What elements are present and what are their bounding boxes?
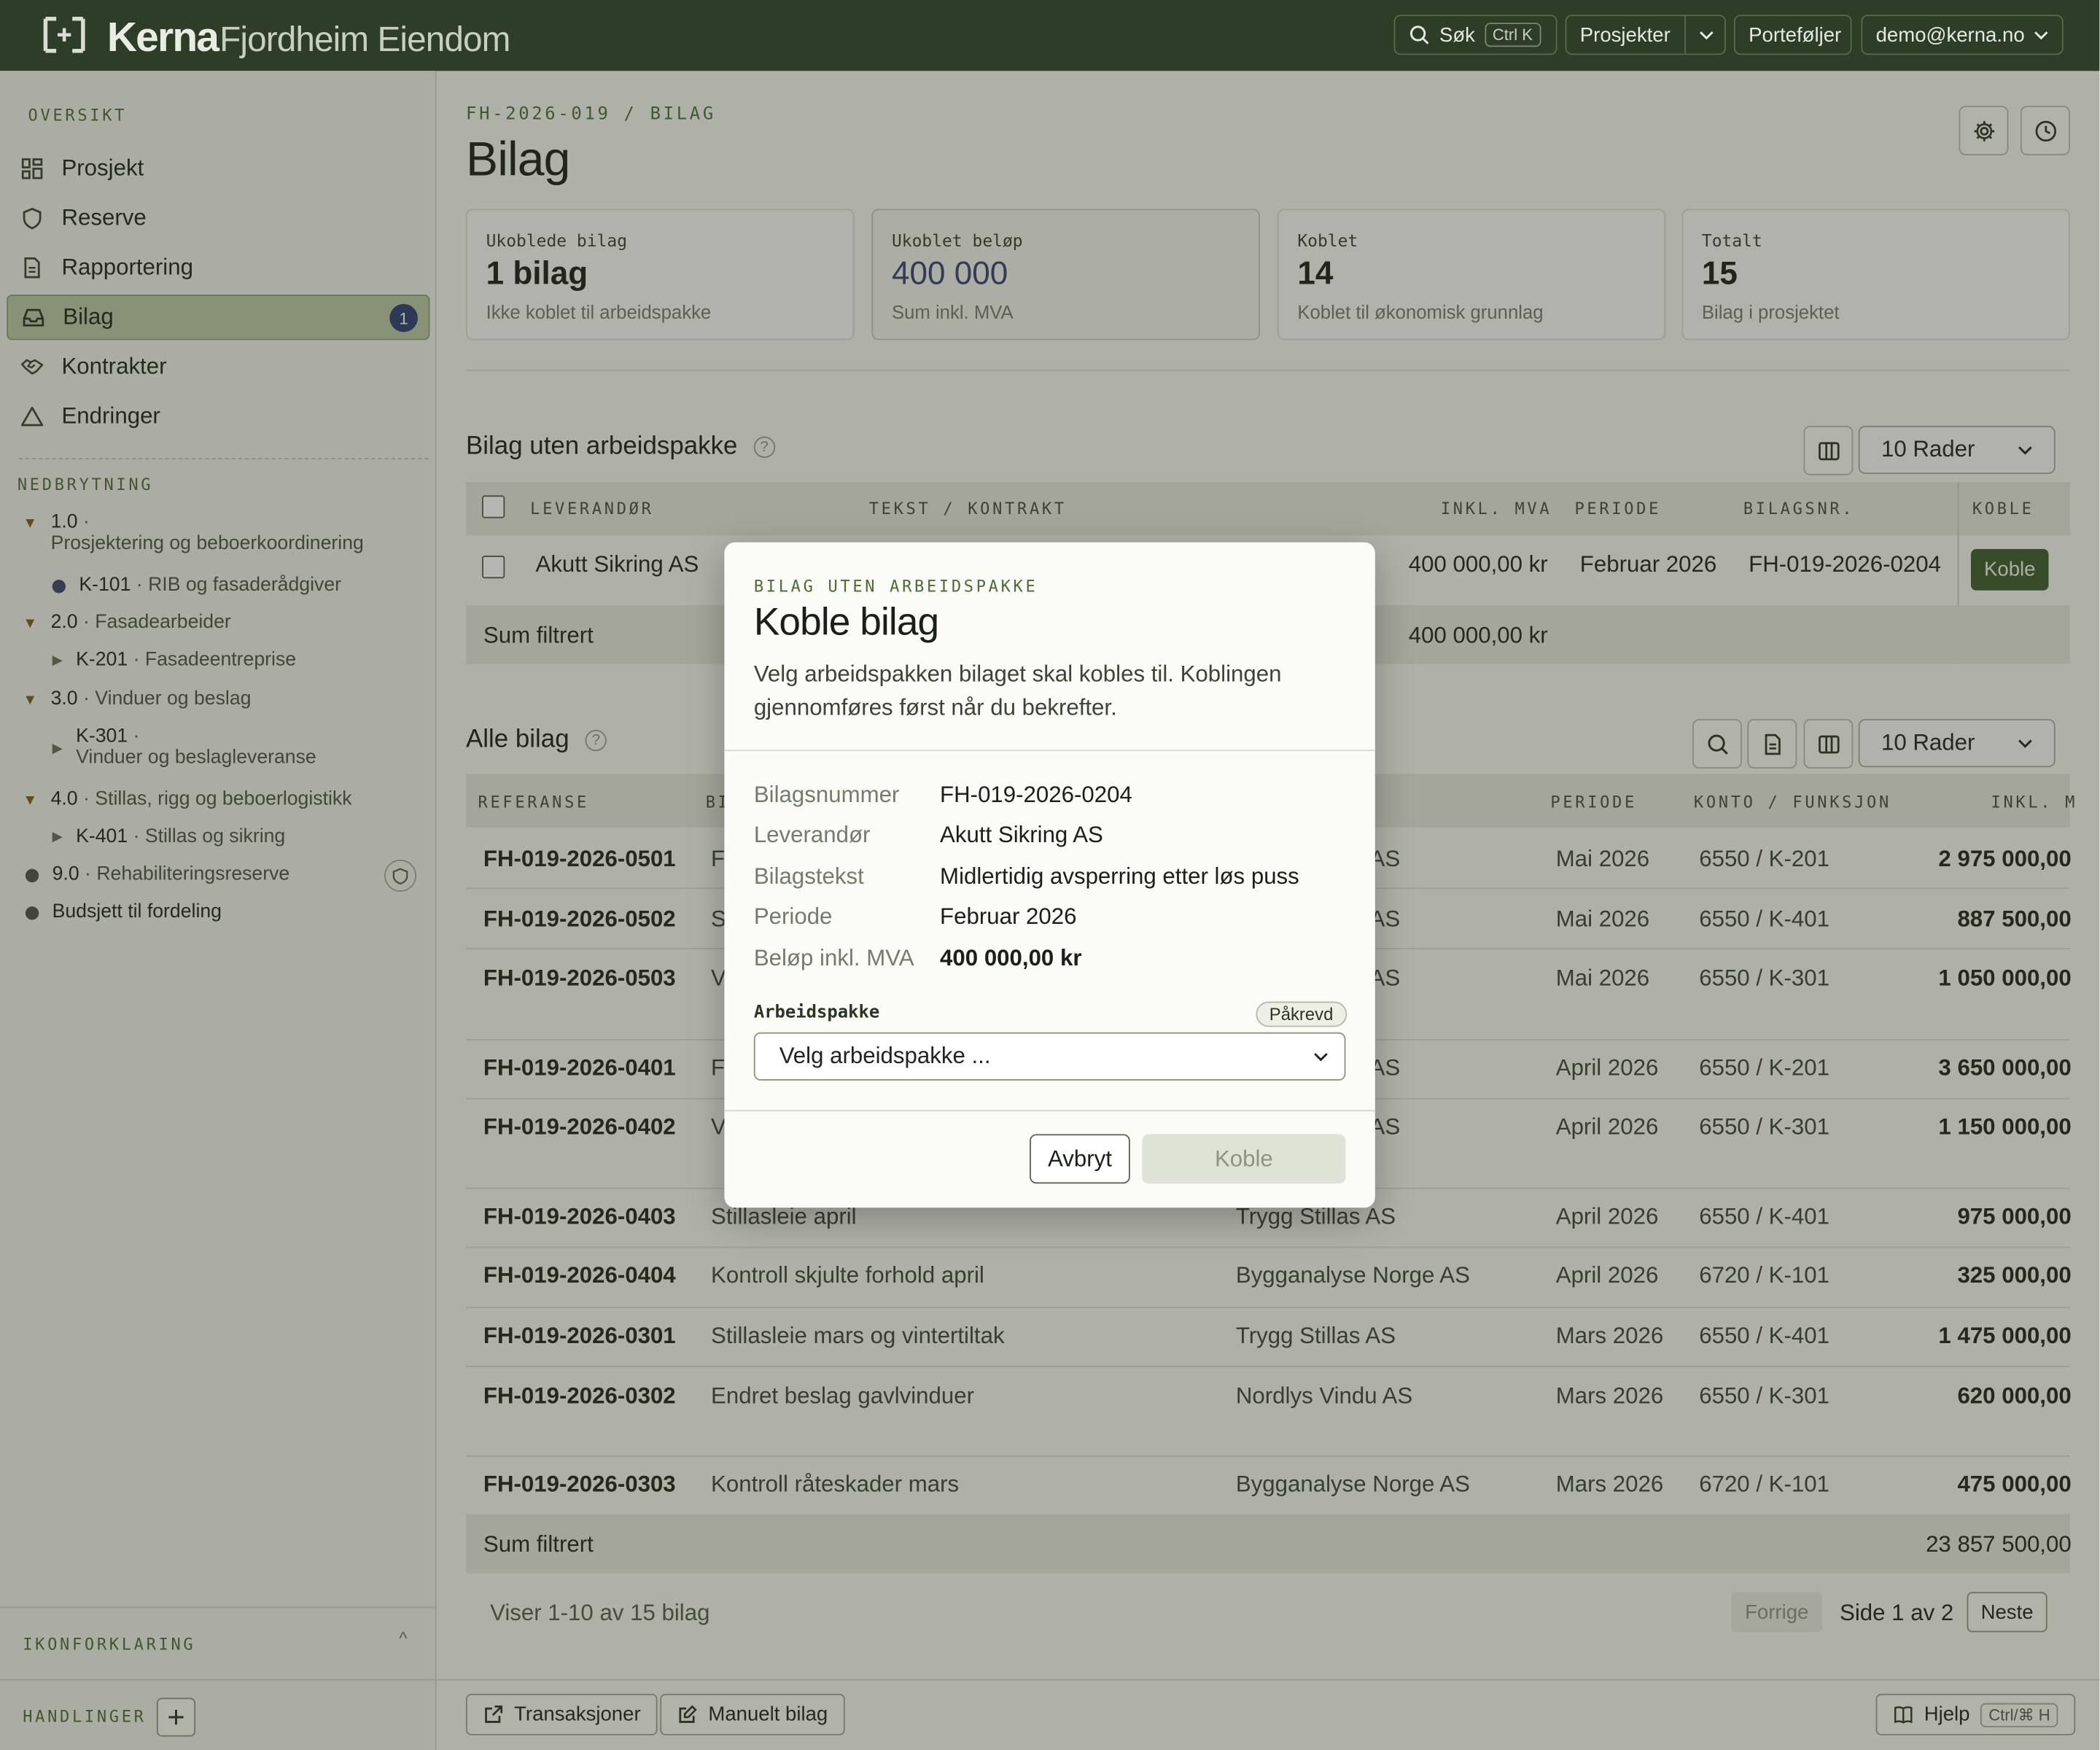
field-value-amount: 400 000,00 kr <box>940 945 1082 971</box>
dialog-description: Velg arbeidspakken bilaget skal kobles t… <box>753 661 1282 720</box>
projects-dropdown-toggle[interactable] <box>1684 16 1726 54</box>
projects-label: Prosjekter <box>1579 23 1671 47</box>
kerna-logo-icon <box>43 16 85 53</box>
search-label: Søk <box>1439 23 1475 47</box>
dialog-title: Koble bilag <box>753 601 939 645</box>
search-shortcut: Ctrl K <box>1484 23 1541 47</box>
dialog-kicker: BILAG UTEN ARBEIDSPAKKE <box>753 577 1038 596</box>
field-label: Leverandør <box>753 822 871 848</box>
chevron-down-icon <box>1699 31 1713 39</box>
field-value-period: Februar 2026 <box>940 903 1077 930</box>
field-label: Bilagstekst <box>753 863 864 890</box>
org-name: Fjordheim Eiendom <box>219 18 510 59</box>
field-value-supplier: Akutt Sikring AS <box>940 822 1103 848</box>
field-value-voucher-number: FH-019-2026-0204 <box>940 782 1132 808</box>
work-package-select[interactable]: Velg arbeidspakke ... <box>753 1032 1346 1081</box>
dialog-footer-divider <box>724 1110 1375 1112</box>
projects-button[interactable]: Prosjekter <box>1565 15 1726 55</box>
link-voucher-dialog: BILAG UTEN ARBEIDSPAKKE Koble bilag Velg… <box>724 542 1375 1208</box>
chevron-down-icon <box>2034 31 2048 39</box>
chevron-down-icon <box>1314 1052 1328 1061</box>
required-badge: Påkrevd <box>1256 1001 1347 1027</box>
field-value-voucher-text: Midlertidig avsperring etter løs puss <box>940 863 1299 890</box>
field-label: Beløp inkl. MVA <box>753 945 914 971</box>
search-button[interactable]: Søk Ctrl K <box>1393 15 1558 55</box>
work-package-label: Arbeidspakke <box>753 1003 880 1023</box>
search-icon <box>1409 26 1429 44</box>
field-label: Bilagsnummer <box>753 782 900 808</box>
dialog-divider <box>724 750 1375 752</box>
field-label: Periode <box>753 903 833 930</box>
portfolios-label: Porteføljer <box>1749 23 1842 47</box>
brand-name[interactable]: Kerna <box>107 13 219 61</box>
user-email: demo@kerna.no <box>1875 23 2025 47</box>
work-package-placeholder: Velg arbeidspakke ... <box>779 1043 991 1069</box>
confirm-link-button[interactable]: Koble <box>1142 1134 1346 1184</box>
user-menu-button[interactable]: demo@kerna.no <box>1861 15 2064 55</box>
cancel-button[interactable]: Avbryt <box>1030 1134 1130 1184</box>
top-bar: Kerna Fjordheim Eiendom Søk Ctrl K Prosj… <box>0 0 2100 71</box>
portfolios-button[interactable]: Porteføljer <box>1733 15 1852 55</box>
